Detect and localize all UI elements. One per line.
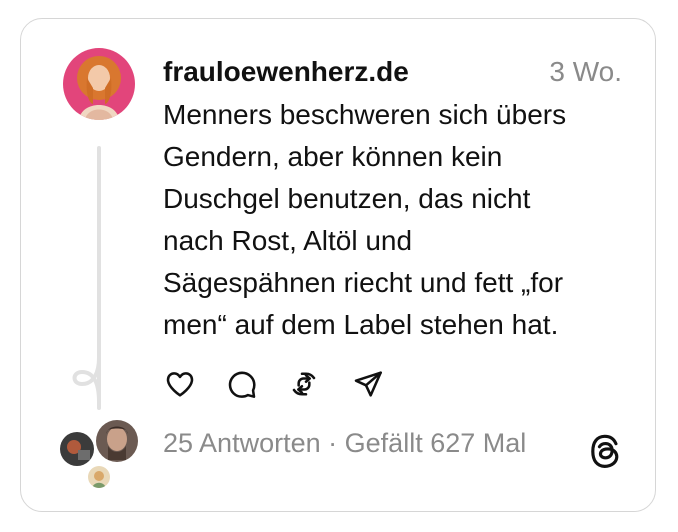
post-text-line: Gendern, aber können kein: [163, 141, 503, 172]
repost-icon: [292, 372, 316, 396]
post-text-line: nach Rost, Altöl und: [163, 225, 413, 256]
replies-count-link[interactable]: 25 Antworten: [163, 428, 321, 458]
share-button[interactable]: [349, 365, 387, 403]
stats-separator: ·: [328, 428, 338, 458]
repost-button[interactable]: [285, 365, 323, 403]
post-text-line: Duschgel benutzen, das nicht: [163, 183, 531, 214]
send-icon: [354, 371, 382, 397]
post-body: Menners beschweren sich übers Gendern, a…: [163, 94, 633, 346]
reply-button[interactable]: [223, 365, 261, 403]
like-button[interactable]: [161, 365, 199, 403]
post-stats: 25 Antworten · Gefällt 627 Mal: [163, 425, 526, 461]
comment-icon: [228, 371, 256, 398]
threads-logo-icon[interactable]: [586, 432, 624, 470]
reply-avatar[interactable]: [58, 430, 96, 468]
author-username[interactable]: frauloewenherz.de: [163, 54, 409, 90]
post-timestamp[interactable]: 3 Wo.: [549, 54, 622, 90]
author-avatar[interactable]: [63, 48, 135, 120]
post-text-line: Menners beschweren sich übers: [163, 99, 567, 130]
heart-icon: [166, 372, 194, 397]
reply-avatar[interactable]: [94, 418, 140, 464]
reply-avatar[interactable]: [86, 464, 112, 490]
likes-count-link[interactable]: Gefällt 627 Mal: [345, 428, 527, 458]
thread-loop-icon: [72, 358, 101, 402]
post-text-line: men“ auf dem Label stehen hat.: [163, 309, 559, 340]
post-text-line: Sägespähnen riecht und fett „for: [163, 267, 564, 298]
